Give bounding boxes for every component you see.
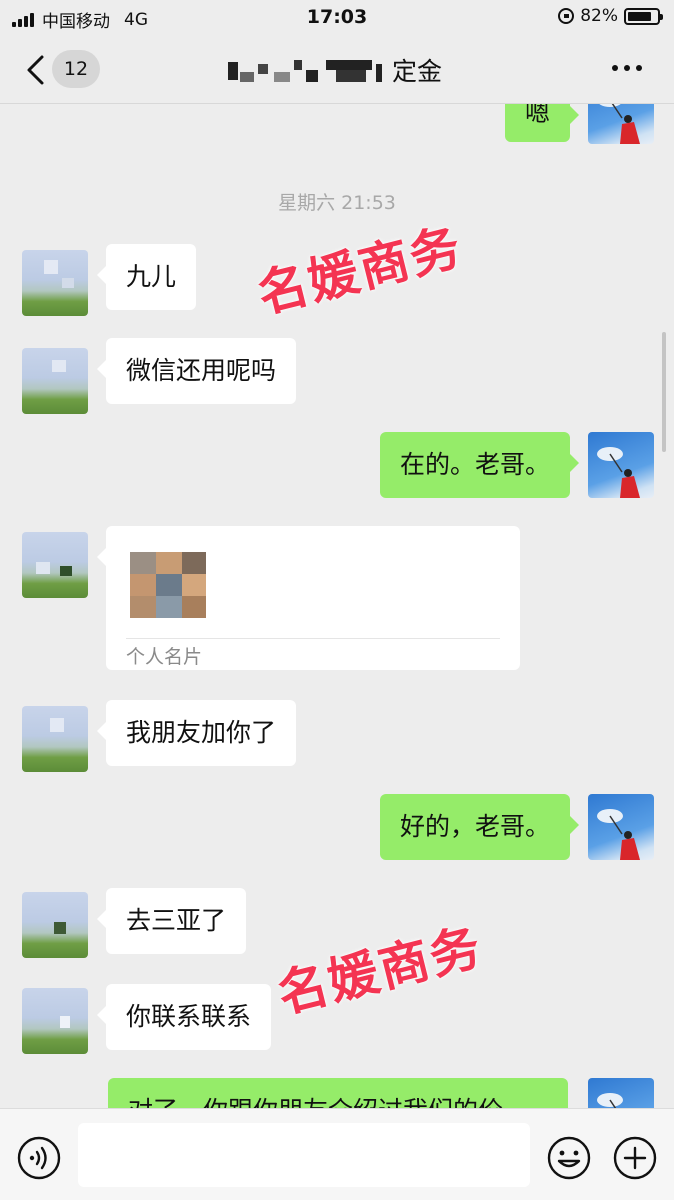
voice-icon [17,1136,61,1180]
message-bubble-in[interactable]: 你联系联系 [96,984,272,1050]
message-text: 我朋友加你了 [126,718,277,747]
status-right: 82% [558,6,663,26]
back-button[interactable] [22,54,52,86]
message-bubble-out[interactable]: 对了，你跟你朋友介绍过我们的价 [108,1078,568,1108]
more-dot-icon [636,65,642,71]
more-dot-icon [612,65,618,71]
avatar-mosaic [62,278,74,288]
avatar-mosaic [44,260,58,274]
more-options-button[interactable] [610,58,644,78]
redacted-name-mosaic [228,58,386,82]
more-dot-icon [624,65,630,71]
message-bubble-out[interactable]: 好的，老哥。 [379,794,580,860]
message-text: 嗯 [524,104,550,127]
chat-header: 12 定金 [0,36,674,104]
message-bubble-in[interactable]: 微信还用呢吗 [96,338,297,404]
watermark-overlay: 名媛商务 [251,217,468,325]
avatar-mosaic [50,718,64,732]
message-text: 微信还用呢吗 [126,356,277,385]
self-avatar[interactable] [588,432,654,498]
contact-card-label: 个人名片 [126,646,203,668]
self-avatar[interactable] [588,794,654,860]
umbrella-girl-avatar-icon [599,104,640,144]
message-input-bar [0,1108,674,1200]
umbrella-girl-avatar-icon [597,809,640,860]
chat-title-text: 定金 [392,57,443,86]
avatar-mosaic [52,360,66,372]
contact-avatar[interactable] [22,892,88,958]
message-text: 好的，老哥。 [399,812,550,841]
message-text: 在的。老哥。 [399,450,550,479]
contact-card-message[interactable]: 个人名片 [97,526,520,670]
contact-avatar[interactable] [22,988,88,1054]
battery-percent: 82% [580,6,618,26]
contact-avatar[interactable] [22,250,88,316]
message-timestamp: 星期六 21:53 [278,192,396,214]
message-bubble-out[interactable]: 在的。老哥。 [379,432,580,498]
message-bubble-in[interactable]: 九儿 [96,244,197,310]
avatar-mosaic [54,922,66,934]
watermark-overlay: 名媛商务 [271,917,488,1025]
rotation-lock-icon [558,8,575,24]
message-input[interactable] [78,1123,530,1187]
avatar-mosaic [36,562,50,574]
contact-avatar[interactable] [22,348,88,414]
status-bar: 中国移动 4G 17:03 82% [0,0,674,36]
unread-count-badge[interactable]: 12 [52,50,100,88]
card-divider [126,638,500,639]
emoji-icon [547,1136,591,1180]
avatar-mosaic [60,566,72,576]
umbrella-girl-avatar-icon [597,447,640,498]
message-text: 对了，你跟你朋友介绍过我们的价 [128,1096,503,1108]
chat-title: 定金 [228,52,442,88]
self-avatar[interactable] [588,1078,654,1108]
plus-icon [613,1136,657,1180]
battery-icon [624,7,663,25]
contact-avatar[interactable] [22,706,88,772]
message-text: 九儿 [126,262,177,291]
umbrella-girl-avatar-icon [597,1093,623,1108]
contact-avatar[interactable] [22,532,88,598]
self-avatar[interactable] [588,104,654,144]
message-bubble-in[interactable]: 我朋友加你了 [96,700,297,766]
message-bubble-in[interactable]: 去三亚了 [96,888,247,954]
message-bubble-out[interactable]: 嗯 [504,104,580,142]
message-list[interactable]: 嗯 星期六 21:53 九儿 微信还用呢吗 在的。老哥。 个人名片 我朋友加你了… [0,104,674,1108]
contact-card-photo [130,552,206,618]
more-functions-button[interactable] [612,1135,658,1181]
emoji-button[interactable] [546,1135,592,1181]
message-text: 去三亚了 [126,906,227,935]
voice-button[interactable] [16,1135,62,1181]
message-text: 你联系联系 [126,1002,252,1031]
scrollbar[interactable] [662,332,666,452]
avatar-mosaic [60,1016,70,1028]
battery-fill [628,11,651,21]
chevron-left-icon [27,55,44,85]
